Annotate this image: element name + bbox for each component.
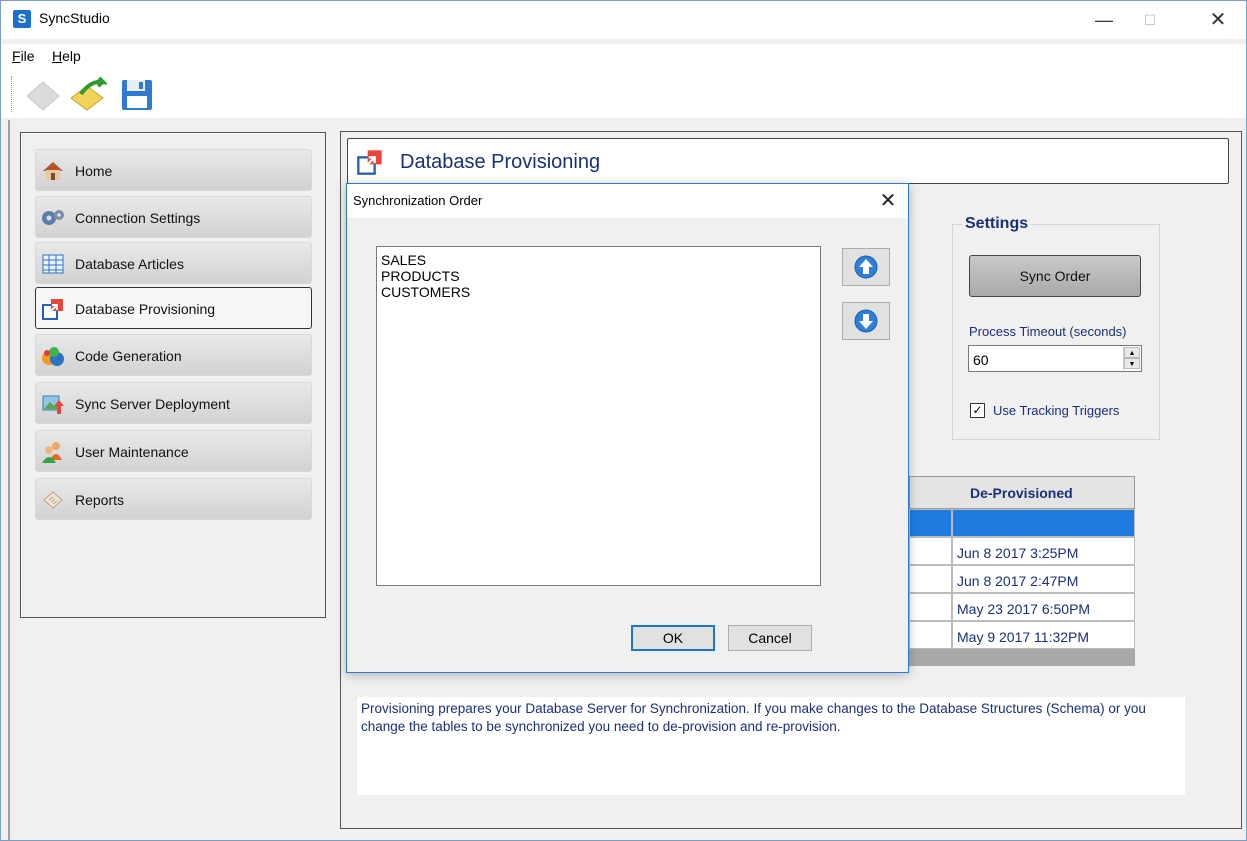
- open-folder-icon[interactable]: [67, 74, 109, 114]
- process-timeout-input[interactable]: 60: [968, 345, 1142, 372]
- page-header: Database Provisioning: [347, 138, 1229, 184]
- maximize-button[interactable]: ☐: [1127, 5, 1173, 35]
- toolbar-grip[interactable]: [11, 76, 13, 112]
- menu-help[interactable]: Help: [52, 48, 81, 64]
- house-icon: [41, 159, 65, 183]
- move-down-button[interactable]: [842, 302, 890, 340]
- provisioning-grid[interactable]: De-Provisioned Jun 8 2017 3:25PM Jun 8 2…: [908, 476, 1135, 666]
- client-area-edge: [1, 118, 1246, 122]
- provisioning-description: Provisioning prepares your Database Serv…: [357, 697, 1185, 795]
- nav-database-articles-button[interactable]: Database Articles: [35, 242, 312, 284]
- arrow-down-icon: [854, 309, 878, 333]
- move-up-button[interactable]: [842, 248, 890, 286]
- menu-bar: File Help: [1, 44, 1246, 68]
- window-left-border: [8, 120, 10, 840]
- cancel-button[interactable]: Cancel: [728, 625, 812, 651]
- process-timeout-label: Process Timeout (seconds): [969, 324, 1127, 339]
- nav-connection-settings-button[interactable]: Connection Settings: [35, 196, 312, 238]
- table-cell[interactable]: [909, 537, 952, 565]
- save-disk-icon[interactable]: [117, 74, 157, 114]
- table-row[interactable]: May 23 2017 6:50PM: [952, 593, 1135, 621]
- nav-database-provisioning-button[interactable]: Database Provisioning: [35, 287, 312, 329]
- provisioning-arrow-icon: [356, 148, 384, 176]
- table-cell[interactable]: [909, 565, 952, 593]
- toolbar: [1, 68, 1246, 118]
- close-window-button[interactable]: ✕: [1195, 5, 1241, 35]
- new-document-icon[interactable]: [23, 74, 63, 114]
- page-title: Database Provisioning: [400, 151, 601, 173]
- title-bar: S SyncStudio — ☐ ✕: [1, 1, 1246, 39]
- users-icon: [41, 440, 65, 464]
- list-item[interactable]: CUSTOMERS: [381, 284, 816, 300]
- list-item[interactable]: SALES: [381, 252, 816, 268]
- table-row-selected[interactable]: [952, 509, 1135, 537]
- nav-code-generation-button[interactable]: Code Generation: [35, 334, 312, 376]
- synchronization-order-dialog: Synchronization Order ✕ SALES PRODUCTS C…: [346, 183, 909, 673]
- table-cell[interactable]: [909, 593, 952, 621]
- nav-user-maintenance-button[interactable]: User Maintenance: [35, 430, 312, 472]
- grid-header-deprovisioned[interactable]: De-Provisioned: [909, 476, 1135, 509]
- spin-down-icon[interactable]: ▼: [1124, 358, 1140, 369]
- navigation-panel: Home Connection Settings Database Articl…: [20, 132, 326, 618]
- report-paper-icon: [41, 488, 65, 512]
- table-row[interactable]: May 9 2017 11:32PM: [952, 621, 1135, 649]
- table-cell[interactable]: [909, 621, 952, 649]
- dialog-title-bar: Synchronization Order ✕: [347, 184, 908, 218]
- arrow-up-icon: [854, 255, 878, 279]
- timeout-spinner[interactable]: ▲ ▼: [1123, 347, 1140, 370]
- use-tracking-triggers-checkbox[interactable]: ✓: [970, 403, 985, 418]
- table-row[interactable]: Jun 8 2017 3:25PM: [952, 537, 1135, 565]
- spin-up-icon[interactable]: ▲: [1124, 347, 1140, 358]
- sync-order-list[interactable]: SALES PRODUCTS CUSTOMERS: [376, 246, 821, 586]
- dialog-title: Synchronization Order: [353, 193, 483, 208]
- window-title: SyncStudio: [39, 10, 110, 26]
- menu-file[interactable]: File: [12, 48, 35, 64]
- app-logo-icon: S: [13, 10, 31, 28]
- nav-home-button[interactable]: Home: [35, 149, 312, 191]
- dialog-close-button[interactable]: ✕: [873, 188, 903, 214]
- list-item[interactable]: PRODUCTS: [381, 268, 816, 284]
- minimize-button[interactable]: —: [1081, 5, 1127, 35]
- nav-reports-button[interactable]: Reports: [35, 478, 312, 520]
- table-grid-icon: [41, 252, 65, 276]
- gears-icon: [41, 206, 65, 230]
- deploy-upload-icon: [41, 392, 65, 416]
- color-balls-icon: [41, 344, 65, 368]
- settings-title: Settings: [962, 215, 1032, 233]
- table-row-selected-left[interactable]: [909, 509, 952, 537]
- nav-sync-server-deployment-button[interactable]: Sync Server Deployment: [35, 382, 312, 424]
- table-row[interactable]: Jun 8 2017 2:47PM: [952, 565, 1135, 593]
- ok-button[interactable]: OK: [631, 625, 715, 651]
- use-tracking-triggers-label: Use Tracking Triggers: [993, 403, 1120, 418]
- sync-order-button[interactable]: Sync Order: [969, 255, 1141, 297]
- provisioning-arrow-icon: [41, 297, 65, 321]
